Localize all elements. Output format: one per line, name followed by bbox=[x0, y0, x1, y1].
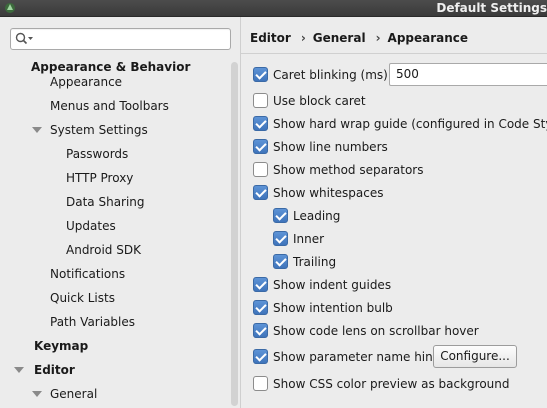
option-whitespaces[interactable]: Show whitespaces bbox=[253, 185, 384, 201]
checkbox-code-lens[interactable] bbox=[253, 323, 268, 338]
tree-item-android-sdk[interactable]: Android SDK bbox=[66, 242, 141, 258]
breadcrumb-separator-icon: › bbox=[300, 31, 306, 45]
option-leading[interactable]: Leading bbox=[273, 208, 340, 224]
option-intention-bulb[interactable]: Show intention bulb bbox=[253, 300, 393, 316]
tree-item-notifications[interactable]: Notifications bbox=[50, 266, 125, 282]
title-bar: Default Settings bbox=[0, 0, 547, 17]
tree-item-http-proxy[interactable]: HTTP Proxy bbox=[66, 170, 133, 186]
checkbox-method-separators[interactable] bbox=[253, 162, 268, 177]
option-hard-wrap-guide[interactable]: Show hard wrap guide (configured in Code… bbox=[253, 116, 547, 132]
checkbox-hard-wrap-guide[interactable] bbox=[253, 116, 268, 131]
window-title: Default Settings bbox=[436, 1, 547, 15]
tree-item-path-variables[interactable]: Path Variables bbox=[50, 314, 135, 330]
label-leading: Leading bbox=[293, 209, 341, 223]
tree-item-system-settings[interactable]: System Settings bbox=[50, 122, 148, 138]
expand-chevron-down-icon[interactable] bbox=[32, 127, 42, 133]
tree-item-general[interactable]: General bbox=[50, 386, 97, 402]
option-css-color-preview[interactable]: Show CSS color preview as background bbox=[253, 376, 510, 392]
settings-tree-panel: Appearance & Behavior Appearance Menus a… bbox=[0, 17, 241, 408]
option-method-separators[interactable]: Show method separators bbox=[253, 162, 423, 178]
checkbox-intention-bulb[interactable] bbox=[253, 300, 268, 315]
option-code-lens[interactable]: Show code lens on scrollbar hover bbox=[253, 323, 479, 339]
tree-item-quick-lists[interactable]: Quick Lists bbox=[50, 290, 115, 306]
tree-item-updates[interactable]: Updates bbox=[66, 218, 116, 234]
option-parameter-hints[interactable]: Show parameter name hints bbox=[253, 349, 444, 365]
caret-blinking-ms-input[interactable]: 500 bbox=[389, 63, 547, 86]
option-inner[interactable]: Inner bbox=[273, 231, 324, 247]
tree-item-menus-toolbars[interactable]: Menus and Toolbars bbox=[50, 98, 169, 114]
tree-item-editor[interactable]: Editor bbox=[34, 362, 75, 378]
checkbox-block-caret[interactable] bbox=[253, 93, 268, 108]
tree-item-appearance[interactable]: Appearance bbox=[50, 74, 122, 90]
label-intention-bulb: Show intention bulb bbox=[273, 301, 393, 315]
tree-item-keymap[interactable]: Keymap bbox=[34, 338, 88, 354]
expand-chevron-down-icon[interactable] bbox=[32, 391, 42, 397]
tree-item-appearance-behavior[interactable]: Appearance & Behavior bbox=[31, 59, 190, 75]
scrollbar-thumb[interactable] bbox=[231, 62, 238, 406]
configure-button[interactable]: Configure... bbox=[433, 345, 517, 368]
checkbox-line-numbers[interactable] bbox=[253, 139, 268, 154]
checkbox-trailing[interactable] bbox=[273, 254, 288, 269]
label-trailing: Trailing bbox=[293, 255, 337, 269]
label-css-color-preview: Show CSS color preview as background bbox=[273, 377, 510, 391]
label-block-caret: Use block caret bbox=[273, 94, 366, 108]
label-method-separators: Show method separators bbox=[273, 163, 424, 177]
breadcrumb-appearance: Appearance bbox=[387, 31, 469, 45]
settings-search-input[interactable] bbox=[10, 28, 231, 50]
checkbox-parameter-hints[interactable] bbox=[253, 349, 268, 364]
breadcrumb-general[interactable]: General bbox=[313, 31, 366, 45]
search-icon[interactable] bbox=[15, 32, 35, 46]
option-block-caret[interactable]: Use block caret bbox=[253, 93, 366, 109]
expand-chevron-down-icon[interactable] bbox=[14, 367, 24, 373]
checkbox-inner[interactable] bbox=[273, 231, 288, 246]
option-line-numbers[interactable]: Show line numbers bbox=[253, 139, 388, 155]
breadcrumb-editor[interactable]: Editor bbox=[250, 31, 291, 45]
label-inner: Inner bbox=[293, 232, 325, 246]
checkbox-whitespaces[interactable] bbox=[253, 185, 268, 200]
header-divider bbox=[241, 53, 547, 54]
tree-item-data-sharing[interactable]: Data Sharing bbox=[66, 194, 145, 210]
label-code-lens: Show code lens on scrollbar hover bbox=[273, 324, 479, 338]
breadcrumb-separator-icon: › bbox=[375, 31, 381, 45]
checkbox-leading[interactable] bbox=[273, 208, 288, 223]
label-indent-guides: Show indent guides bbox=[273, 278, 392, 292]
label-whitespaces: Show whitespaces bbox=[273, 186, 384, 200]
label-parameter-hints: Show parameter name hints bbox=[273, 350, 444, 364]
checkbox-indent-guides[interactable] bbox=[253, 277, 268, 292]
label-caret-blinking: Caret blinking (ms): bbox=[273, 68, 392, 82]
label-line-numbers: Show line numbers bbox=[273, 140, 388, 154]
breadcrumb: Editor › General › Appearance bbox=[250, 31, 468, 45]
option-caret-blinking[interactable]: Caret blinking (ms): bbox=[253, 67, 392, 83]
tree-item-passwords[interactable]: Passwords bbox=[66, 146, 128, 162]
tree-scrollbar[interactable] bbox=[230, 62, 239, 408]
settings-content-panel: Editor › General › Appearance Caret blinking… bbox=[241, 17, 547, 408]
label-hard-wrap-guide: Show hard wrap guide (configured in Code… bbox=[273, 117, 547, 131]
android-studio-icon bbox=[5, 3, 15, 13]
checkbox-css-color-preview[interactable] bbox=[253, 376, 268, 391]
option-indent-guides[interactable]: Show indent guides bbox=[253, 277, 391, 293]
checkbox-caret-blinking[interactable] bbox=[253, 67, 268, 82]
option-trailing[interactable]: Trailing bbox=[273, 254, 336, 270]
